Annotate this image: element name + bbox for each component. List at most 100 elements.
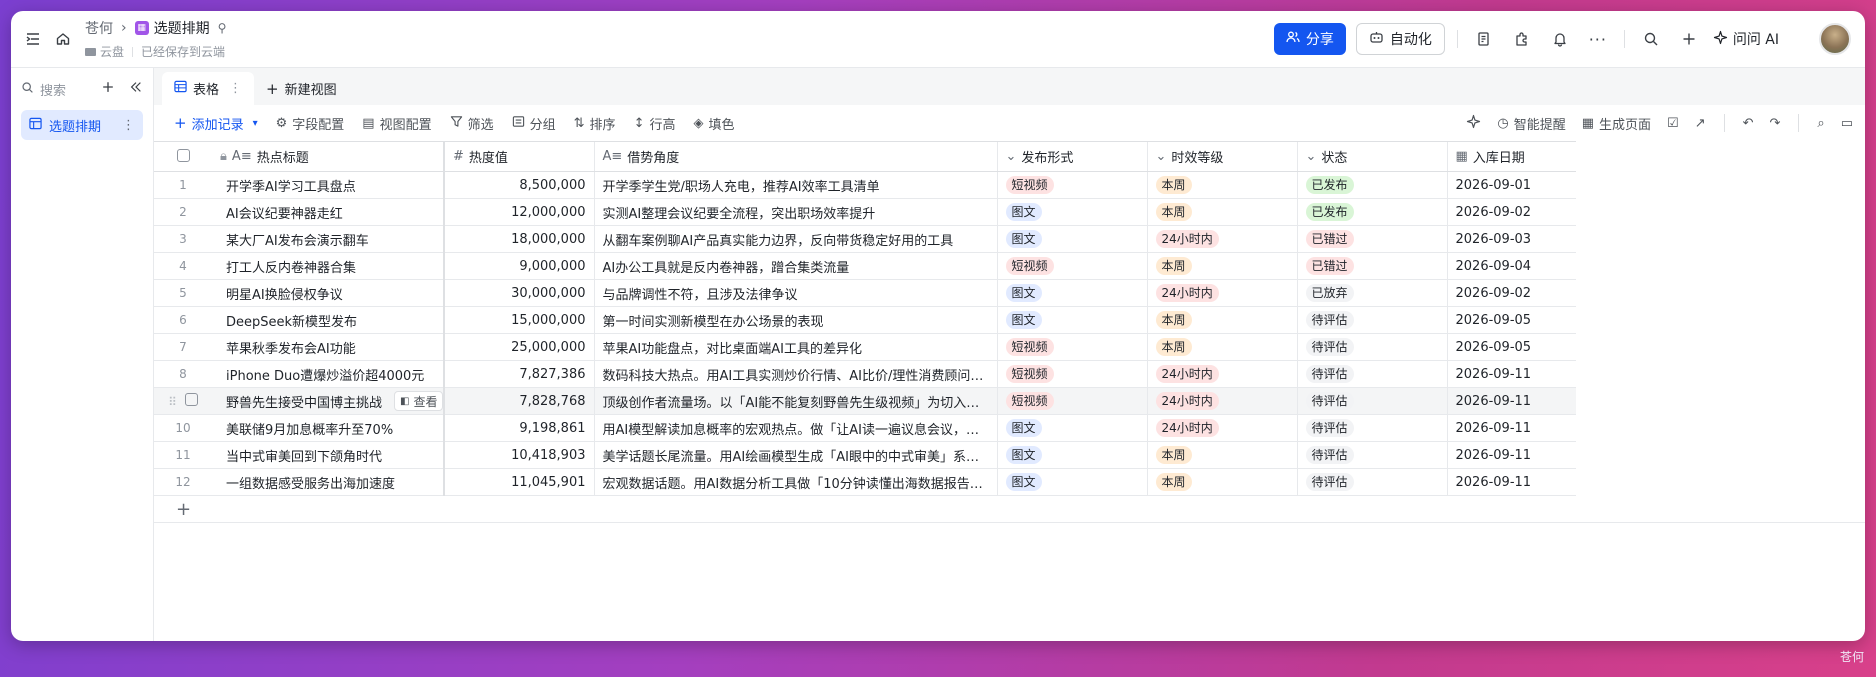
time-cell[interactable]: 本周 [1146, 333, 1297, 361]
date-cell[interactable]: 2026-09-11 [1446, 441, 1576, 469]
home-icon[interactable] [55, 31, 71, 47]
time-cell[interactable]: 本周 [1146, 198, 1297, 226]
select-all-checkbox[interactable] [176, 148, 190, 162]
ask-ai-button[interactable]: 问问 AI [1713, 29, 1779, 49]
sort-button[interactable]: ⇅ 排序 [574, 114, 616, 133]
form-cell[interactable]: 短视频 [996, 387, 1147, 415]
time-cell[interactable]: 本周 [1146, 441, 1297, 469]
date-cell[interactable]: 2026-09-11 [1446, 414, 1576, 442]
plus-icon[interactable] [1675, 25, 1703, 53]
more-icon[interactable]: ··· [1584, 25, 1612, 53]
date-cell[interactable]: 2026-09-05 [1446, 306, 1576, 334]
column-header-angle[interactable]: A≡ 借势角度 [593, 141, 997, 172]
status-cell[interactable]: 待评估 [1296, 441, 1447, 469]
time-cell[interactable]: 24小时内 [1146, 387, 1297, 415]
time-cell[interactable]: 本周 [1146, 306, 1297, 334]
angle-cell[interactable]: 用AI模型解读加息概率的宏观热点。做「让AI读一遍议息会议，它怎么说… [593, 414, 997, 442]
form-cell[interactable]: 短视频 [996, 171, 1147, 199]
automation-button[interactable]: 自动化 [1355, 23, 1445, 55]
time-cell[interactable]: 24小时内 [1146, 279, 1297, 307]
table-row[interactable]: 12 一组数据感受服务出海加速度 11,045,901 宏观数据话题。用AI数据分析工… [154, 468, 1576, 496]
hot-cell[interactable]: 11,045,901 [443, 468, 594, 496]
hot-cell[interactable]: 7,827,386 [443, 360, 594, 388]
table-row[interactable]: 6 DeepSeek新模型发布 15,000,000 第一时间实测新模型在办公场景的表… [154, 306, 1576, 334]
status-cell[interactable]: 待评估 [1296, 387, 1447, 415]
page-title[interactable]: 选题排期 [154, 18, 210, 38]
fill-color-button[interactable]: ◈ 填色 [693, 114, 734, 133]
index-cell[interactable]: 5 [154, 279, 212, 307]
column-header-form[interactable]: ⌄ 发布形式 [996, 141, 1147, 172]
index-cell[interactable]: 7 [154, 333, 212, 361]
more-vertical-icon[interactable]: ⋮ [122, 118, 135, 133]
undo-icon[interactable]: ↶ [1743, 116, 1754, 131]
add-record-button[interactable]: + 添加记录 ▾ [174, 114, 258, 133]
date-cell[interactable]: 2026-09-11 [1446, 387, 1576, 415]
angle-cell[interactable]: 开学季学生党/职场人充电，推荐AI效率工具清单 [593, 171, 997, 199]
status-cell[interactable]: 待评估 [1296, 360, 1447, 388]
form-cell[interactable]: 图文 [996, 198, 1147, 226]
search-icon[interactable] [1637, 25, 1665, 53]
title-cell[interactable]: AI会议纪要神器走红 [212, 198, 445, 226]
hot-cell[interactable]: 25,000,000 [443, 333, 594, 361]
table-row[interactable]: 8 iPhone Duo遭爆炒溢价超4000元 7,827,386 数码科技大热点。用… [154, 360, 1576, 388]
add-table-icon[interactable] [101, 80, 115, 98]
index-cell[interactable]: 2 [154, 198, 212, 226]
index-cell[interactable]: 4 [154, 252, 212, 280]
column-header-hot[interactable]: # 热度值 [443, 141, 594, 172]
index-cell[interactable]: 8 [154, 360, 212, 388]
form-cell[interactable]: 图文 [996, 468, 1147, 496]
date-cell[interactable]: 2026-09-03 [1446, 225, 1576, 253]
avatar[interactable] [1819, 23, 1851, 55]
column-header-time[interactable]: ⌄ 时效等级 [1146, 141, 1297, 172]
share-arrow-icon[interactable]: ↗ [1695, 116, 1706, 131]
sidebar-search-input[interactable]: 搜索 [40, 80, 95, 99]
index-cell[interactable]: 6 [154, 306, 212, 334]
status-cell[interactable]: 已错过 [1296, 252, 1447, 280]
plugin-icon[interactable] [1508, 25, 1536, 53]
comment-icon[interactable]: ▭ [1841, 116, 1853, 131]
sidebar-item-table[interactable]: 选题排期 ⋮ [21, 110, 143, 140]
form-cell[interactable]: 图文 [996, 279, 1147, 307]
status-cell[interactable]: 待评估 [1296, 414, 1447, 442]
index-cell[interactable]: 11 [154, 441, 212, 469]
title-cell[interactable]: 打工人反内卷神器合集 [212, 252, 445, 280]
view-config-button[interactable]: ▤ 视图配置 [362, 114, 431, 133]
angle-cell[interactable]: AI办公工具就是反内卷神器，蹭合集类流量 [593, 252, 997, 280]
status-cell[interactable]: 待评估 [1296, 306, 1447, 334]
form-cell[interactable]: 短视频 [996, 333, 1147, 361]
hot-cell[interactable]: 30,000,000 [443, 279, 594, 307]
angle-cell[interactable]: 从翻车案例聊AI产品真实能力边界，反向带货稳定好用的工具 [593, 225, 997, 253]
smart-reminder-button[interactable]: ◷ 智能提醒 [1497, 114, 1565, 133]
title-cell[interactable]: 一组数据感受服务出海加速度 [212, 468, 445, 496]
form-cell[interactable]: 图文 [996, 225, 1147, 253]
collapse-sidebar-icon[interactable] [129, 80, 143, 98]
title-cell[interactable]: 苹果秋季发布会AI功能 [212, 333, 445, 361]
status-cell[interactable]: 已放弃 [1296, 279, 1447, 307]
time-cell[interactable]: 24小时内 [1146, 225, 1297, 253]
bell-icon[interactable] [1546, 25, 1574, 53]
date-cell[interactable]: 2026-09-11 [1446, 360, 1576, 388]
hot-cell[interactable]: 7,828,768 [443, 387, 594, 415]
time-cell[interactable]: 本周 [1146, 252, 1297, 280]
title-cell[interactable]: DeepSeek新模型发布 [212, 306, 445, 334]
status-cell[interactable]: 已发布 [1296, 171, 1447, 199]
time-cell[interactable]: 本周 [1146, 171, 1297, 199]
time-cell[interactable]: 本周 [1146, 468, 1297, 496]
date-cell[interactable]: 2026-09-02 [1446, 198, 1576, 226]
redo-icon[interactable]: ↷ [1770, 116, 1781, 131]
table-row[interactable]: 10 美联储9月加息概率升至70% 9,198,861 用AI模型解读加息概率的宏观热… [154, 414, 1576, 442]
angle-cell[interactable]: 第一时间实测新模型在办公场景的表现 [593, 306, 997, 334]
filter-button[interactable]: 筛选 [450, 114, 494, 133]
table-row[interactable]: 4 打工人反内卷神器合集 9,000,000 AI办公工具就是反内卷神器，蹭合集类流量… [154, 252, 1576, 280]
form-cell[interactable]: 短视频 [996, 360, 1147, 388]
tab-grid-view[interactable]: 表格 ⋮ [162, 72, 255, 105]
column-header-title[interactable]: 🔒︎ A≡ 热点标题 [212, 141, 445, 172]
search-list-icon[interactable]: ⌕ [1817, 116, 1824, 131]
date-cell[interactable]: 2026-09-05 [1446, 333, 1576, 361]
hot-cell[interactable]: 9,198,861 [443, 414, 594, 442]
drag-handle-icon[interactable]: ⠿ [168, 395, 177, 409]
title-cell[interactable]: 当中式审美回到下颌角时代 [212, 441, 445, 469]
angle-cell[interactable]: 美学话题长尾流量。用AI绘画模型生成「AI眼中的中式审美」系列，对比… [593, 441, 997, 469]
time-cell[interactable]: 24小时内 [1146, 360, 1297, 388]
view-record-button[interactable]: ◧ 查看 [394, 391, 442, 411]
